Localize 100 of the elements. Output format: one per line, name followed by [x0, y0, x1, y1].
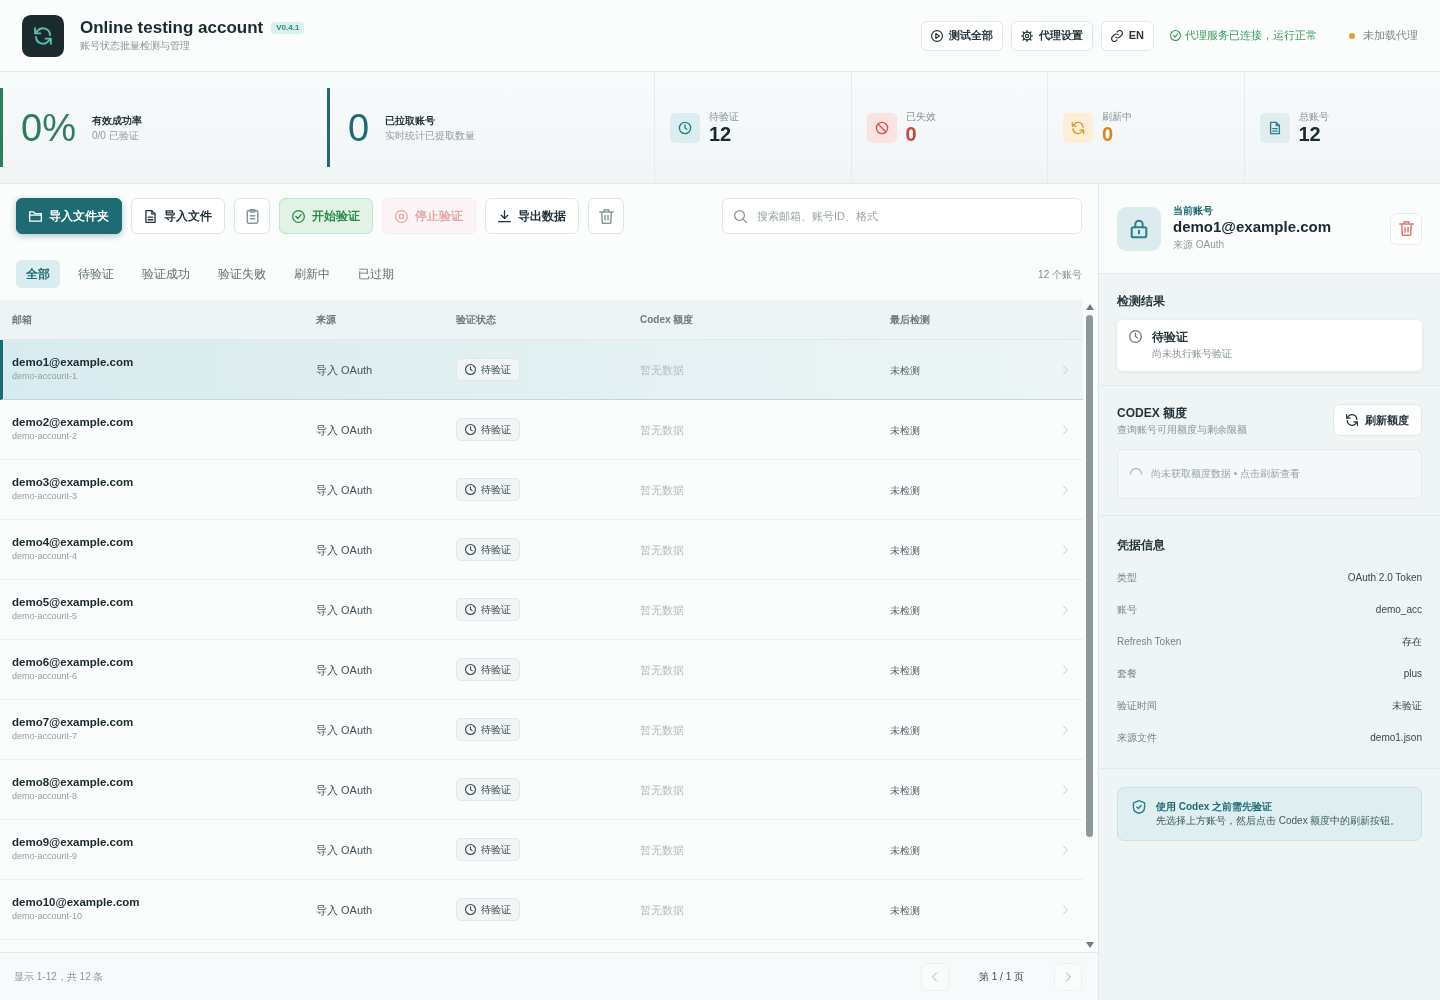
filter-tab[interactable]: 刷新中 [284, 260, 340, 288]
section-title: 凭据信息 [1117, 536, 1166, 554]
table-cell: 未检测 [890, 724, 920, 736]
table-cell: 未检测 [890, 844, 920, 856]
pagination-summary: 显示 1-12，共 12 条 [14, 970, 104, 984]
table-cell: 导入 OAuth [316, 663, 373, 676]
account-id: demo-account-10 [12, 910, 84, 924]
export-button[interactable]: 导出数据 [485, 198, 579, 234]
connection-status: 代理服务已连接，运行正常 [1185, 28, 1317, 44]
refresh-quota-button[interactable]: 刷新额度 [1333, 404, 1422, 437]
notice-text: 先选择上方账号，然后点击 Codex 额度中的刷新按钮。 [1156, 813, 1401, 828]
stat-label: 刷新中 [1102, 110, 1132, 123]
table-cell: 未检测 [890, 904, 920, 916]
credential-label: Refresh Token [1117, 635, 1182, 650]
detail-eyebrow: 当前账号 [1173, 205, 1214, 218]
table-cell: 导入 OAuth [316, 843, 373, 856]
status-label: 待验证 [481, 603, 511, 617]
table-cell: 未检测 [890, 544, 920, 556]
ban-icon [866, 112, 897, 143]
account-id: demo-account-2 [12, 430, 79, 444]
chevron-right-icon [1060, 844, 1070, 855]
table-cell: 暂无数据 [640, 843, 684, 856]
column-header: 来源 [316, 313, 337, 327]
chevron-right-icon [1060, 424, 1070, 435]
stat-value: 0 [905, 122, 918, 145]
account-email: demo10@example.com [12, 895, 141, 911]
chevron-right-icon [1060, 724, 1070, 735]
app-subtitle: 账号状态批量检测与管理 [80, 39, 191, 54]
trash-icon [1398, 221, 1414, 236]
refresh-icon [1063, 112, 1093, 143]
section-subtitle: 查询账号可用额度与剩余限额 [1117, 422, 1247, 437]
detail-email: demo1@example.com [1173, 217, 1332, 237]
chevron-right-icon [1060, 784, 1070, 795]
section-title: CODEX 额度 [1117, 404, 1188, 422]
filter-tab[interactable]: 验证失败 [208, 260, 276, 288]
account-id: demo-account-5 [12, 610, 79, 624]
chevron-right-icon [1060, 604, 1070, 615]
chevron-right-icon [1060, 544, 1070, 555]
check-circle-icon [1170, 30, 1181, 41]
stat-label: 有效成功率 [91, 113, 142, 128]
import-file-button[interactable]: 导入文件 [131, 198, 225, 234]
clock-icon [670, 112, 700, 143]
table-cell: 导入 OAuth [316, 483, 373, 496]
clock-icon [465, 544, 476, 555]
table-cell: 暂无数据 [640, 543, 684, 556]
credential-value: plus [1403, 667, 1422, 682]
clock-icon [465, 784, 476, 795]
table-cell: 导入 OAuth [316, 783, 373, 796]
stat-label: 待验证 [709, 110, 739, 123]
chevron-right-icon [1060, 904, 1070, 915]
account-id: demo-account-6 [12, 670, 79, 684]
account-id: demo-account-9 [12, 850, 79, 864]
table-cell: 暂无数据 [640, 483, 684, 496]
clipboard-icon [244, 208, 260, 224]
account-email: demo5@example.com [12, 595, 135, 611]
settings-button[interactable]: 代理设置 [1010, 20, 1093, 51]
delete-button[interactable] [588, 198, 624, 234]
chevron-left-icon [930, 971, 940, 982]
table-cell: 暂无数据 [640, 423, 684, 436]
filter-tab[interactable]: 已过期 [348, 260, 404, 288]
filter-tab[interactable]: 待验证 [68, 260, 124, 288]
paste-button[interactable] [234, 198, 270, 234]
language-button[interactable]: EN [1100, 20, 1154, 51]
play-icon [930, 29, 943, 42]
table-cell: 未检测 [890, 484, 920, 496]
column-header: 邮箱 [12, 313, 33, 327]
start-button[interactable]: 开始验证 [279, 198, 373, 234]
account-email: demo2@example.com [12, 415, 135, 431]
stat-value: 0 [1102, 122, 1115, 145]
column-header: 最后检测 [890, 313, 931, 327]
stat-label: 总账号 [1298, 110, 1329, 123]
filter-tab[interactable]: 验证成功 [132, 260, 200, 288]
column-header: 验证状态 [456, 313, 497, 327]
table-cell: 未检测 [890, 364, 920, 376]
table-cell: 未检测 [890, 424, 920, 436]
credential-label: 账号 [1117, 603, 1137, 618]
delete-account-button[interactable] [1390, 212, 1422, 245]
clock-icon [465, 364, 476, 375]
search-field[interactable]: 搜索邮箱、账号ID、格式 [722, 198, 1082, 234]
folder-icon [29, 209, 42, 223]
stop-icon [395, 209, 408, 223]
clock-icon [465, 664, 476, 675]
credential-label: 类型 [1117, 571, 1137, 586]
account-count: 12 个账号 [1038, 267, 1082, 282]
table-cell: 暂无数据 [640, 663, 684, 676]
table-cell: 导入 OAuth [316, 903, 373, 916]
status-label: 待验证 [481, 723, 511, 737]
detail-source: 来源 OAuth [1173, 237, 1226, 252]
status-label: 待验证 [481, 663, 511, 677]
status-label: 待验证 [481, 843, 511, 857]
app-title: Online testing account [80, 17, 264, 39]
proxy-status: 未加载代理 [1363, 28, 1418, 44]
table-cell: 导入 OAuth [316, 423, 373, 436]
test-all-button[interactable]: 测试全部 [920, 20, 1003, 51]
import-folder-button[interactable]: 导入文件夹 [16, 198, 122, 234]
document-icon [144, 209, 157, 223]
stat-value: 0 [348, 108, 370, 147]
account-id: demo-account-8 [12, 790, 79, 804]
stat-value: 12 [709, 122, 733, 145]
filter-tab[interactable]: 全部 [16, 260, 60, 288]
